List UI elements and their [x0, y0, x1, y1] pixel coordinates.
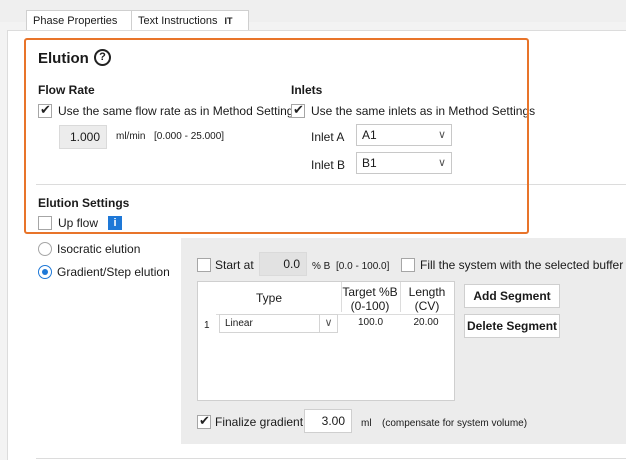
gradient-label: Gradient/Step elution — [57, 265, 170, 279]
start-at-range: [0.0 - 100.0] — [336, 261, 390, 272]
flow-rate-heading: Flow Rate — [38, 83, 95, 97]
inlet-b-label: Inlet B — [311, 158, 346, 172]
length-column-header: Length (CV) — [408, 285, 446, 313]
column-divider — [341, 282, 342, 312]
inlet-a-select[interactable]: A1 ∨ — [356, 124, 452, 146]
segment-length-cell[interactable]: 20.00 — [401, 317, 451, 328]
type-column-header: Type — [255, 291, 282, 305]
chevron-down-icon: ∨ — [437, 157, 447, 169]
isocratic-radio[interactable] — [38, 242, 52, 256]
flow-rate-input[interactable]: 1.000 — [59, 125, 107, 149]
bottom-divider — [36, 458, 626, 459]
same-inlets-label: Use the same inlets as in Method Setting… — [311, 104, 536, 118]
fill-system-label: Fill the system with the selected buffer — [420, 258, 624, 272]
same-inlets-checkbox[interactable] — [291, 102, 305, 118]
start-at-input[interactable]: 0.0 — [259, 252, 307, 276]
delete-segment-button[interactable]: Delete Segment — [464, 314, 560, 338]
target-column-header: Target %B (0-100) — [342, 285, 398, 313]
elution-settings-heading: Elution Settings — [38, 196, 130, 210]
fill-system-checkbox[interactable] — [401, 258, 415, 272]
info-icon[interactable]: i — [108, 216, 122, 230]
text-instructions-badge: IT — [224, 16, 233, 26]
segment-type-select[interactable]: Linear ∨ — [219, 314, 338, 333]
start-at-label: Start at — [215, 258, 254, 272]
inlet-b-value: B1 — [362, 156, 377, 170]
inlet-a-label: Inlet A — [311, 130, 345, 144]
section-divider — [36, 184, 626, 185]
tab-phase-properties-label: Phase Properties — [33, 15, 118, 27]
chevron-down-icon: ∨ — [319, 315, 337, 332]
finalize-gradient-checkbox[interactable] — [197, 413, 211, 429]
flow-rate-range: [0.000 - 25.000] — [154, 131, 225, 142]
finalize-gradient-label: Finalize gradient — [215, 415, 304, 429]
tab-phase-properties[interactable]: Phase Properties — [26, 10, 132, 30]
start-at-unit: % B — [312, 261, 331, 272]
row-index: 1 — [204, 320, 210, 331]
inlet-b-select[interactable]: B1 ∨ — [356, 152, 452, 174]
segment-target-cell[interactable]: 100.0 — [343, 317, 398, 328]
help-circle-icon[interactable]: ? — [94, 49, 111, 66]
isocratic-label: Isocratic elution — [57, 242, 141, 256]
gradient-radio[interactable] — [38, 265, 52, 279]
segment-type-value: Linear — [225, 318, 253, 329]
tab-text-instructions-label: Text Instructions — [138, 15, 218, 27]
finalize-note: (compensate for system volume) — [382, 418, 528, 429]
inlet-a-value: A1 — [362, 128, 377, 142]
flow-rate-unit: ml/min — [116, 131, 146, 142]
same-flow-rate-checkbox[interactable] — [38, 102, 52, 118]
finalize-volume-input[interactable]: 3.00 — [304, 409, 352, 433]
add-segment-button[interactable]: Add Segment — [464, 284, 560, 308]
table-row[interactable]: 1 Linear ∨ 100.0 20.00 — [198, 314, 456, 334]
finalize-unit: ml — [361, 418, 372, 429]
up-flow-checkbox[interactable] — [38, 216, 52, 230]
tab-text-instructions[interactable]: Text Instructions IT — [131, 10, 249, 30]
start-at-checkbox[interactable] — [197, 258, 211, 272]
chevron-down-icon: ∨ — [437, 129, 447, 141]
same-flow-rate-label: Use the same flow rate as in Method Sett… — [58, 104, 300, 118]
up-flow-label: Up flow — [58, 216, 99, 230]
inlets-heading: Inlets — [291, 83, 323, 97]
elution-title: Elution — [38, 50, 89, 67]
column-divider — [400, 282, 401, 312]
